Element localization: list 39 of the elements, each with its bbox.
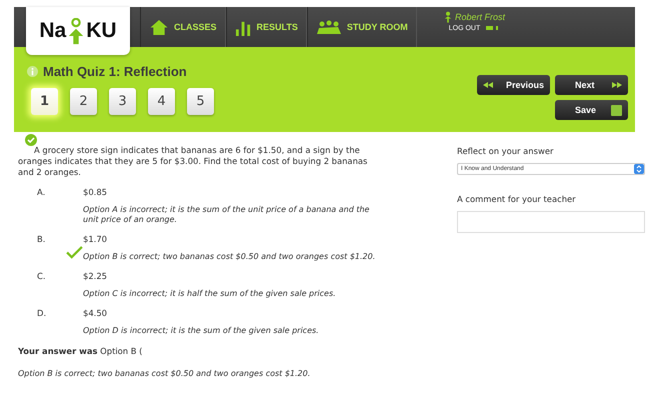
option-value: $0.85 (83, 187, 107, 197)
question-number-button[interactable]: 4 (148, 88, 175, 115)
previous-button[interactable]: Previous (477, 75, 550, 95)
answer-feedback: Option B is correct; two bananas cost $0.50 and two oranges cost $1.20. (18, 369, 312, 378)
question-number-button[interactable]: 1 (31, 88, 58, 115)
option-feedback: Option B is correct; two bananas cost $0.50 and two oranges cost $1.20. (83, 252, 376, 262)
question-number-button[interactable]: 3 (109, 88, 136, 115)
person-icon (67, 18, 86, 44)
rewind-icon (483, 82, 493, 88)
save-button[interactable]: Save (555, 100, 628, 120)
option-letter: D. (36, 308, 48, 318)
person-icon (444, 11, 452, 23)
quiz-title: Math Quiz 1: Reflection (43, 64, 187, 79)
question-number-button[interactable]: 5 (187, 88, 214, 115)
question-number-button[interactable]: 2 (70, 88, 97, 115)
reflect-label: Reflect on your answer (457, 146, 554, 156)
comment-field[interactable] (457, 211, 645, 233)
option-feedback: Option A is incorrect; it is the sum of the unit price of a banana and the unit price of an orange. (83, 205, 370, 225)
dropdown-arrows-icon (634, 164, 644, 174)
people-icon (316, 20, 342, 34)
comment-label: A comment for your teacher (457, 194, 577, 204)
option-feedback: Option C is incorrect; it is half the sum of the given sale prices. (83, 289, 337, 299)
check-circle-icon (25, 134, 37, 146)
option-letter: A. (36, 187, 46, 197)
option-value: $1.70 (83, 234, 107, 244)
option-value: $4.50 (83, 308, 107, 318)
option-value: $2.25 (83, 271, 107, 281)
question-text: A grocery store sign indicates that bananas are 6 for $1.50, and a sign by the oranges indicates that they are 5 for $3.00. Find the total cost of buying 2 bananas and 2 oranges. (18, 145, 368, 178)
house-icon (149, 18, 169, 36)
option-feedback: Option D is incorrect; it is the sum of the given sale prices. (83, 326, 320, 336)
user-name[interactable]: Robert Frost (444, 11, 505, 23)
option-letter: B. (36, 234, 46, 244)
answer-text: Your answer was Option B ( (18, 346, 144, 356)
next-button[interactable]: Next (555, 75, 628, 95)
option-letter: C. (36, 271, 47, 281)
info-icon[interactable] (27, 66, 38, 77)
fast-forward-icon (612, 82, 622, 88)
flag-icon (486, 26, 500, 31)
logo[interactable]: Na KU (26, 7, 130, 55)
